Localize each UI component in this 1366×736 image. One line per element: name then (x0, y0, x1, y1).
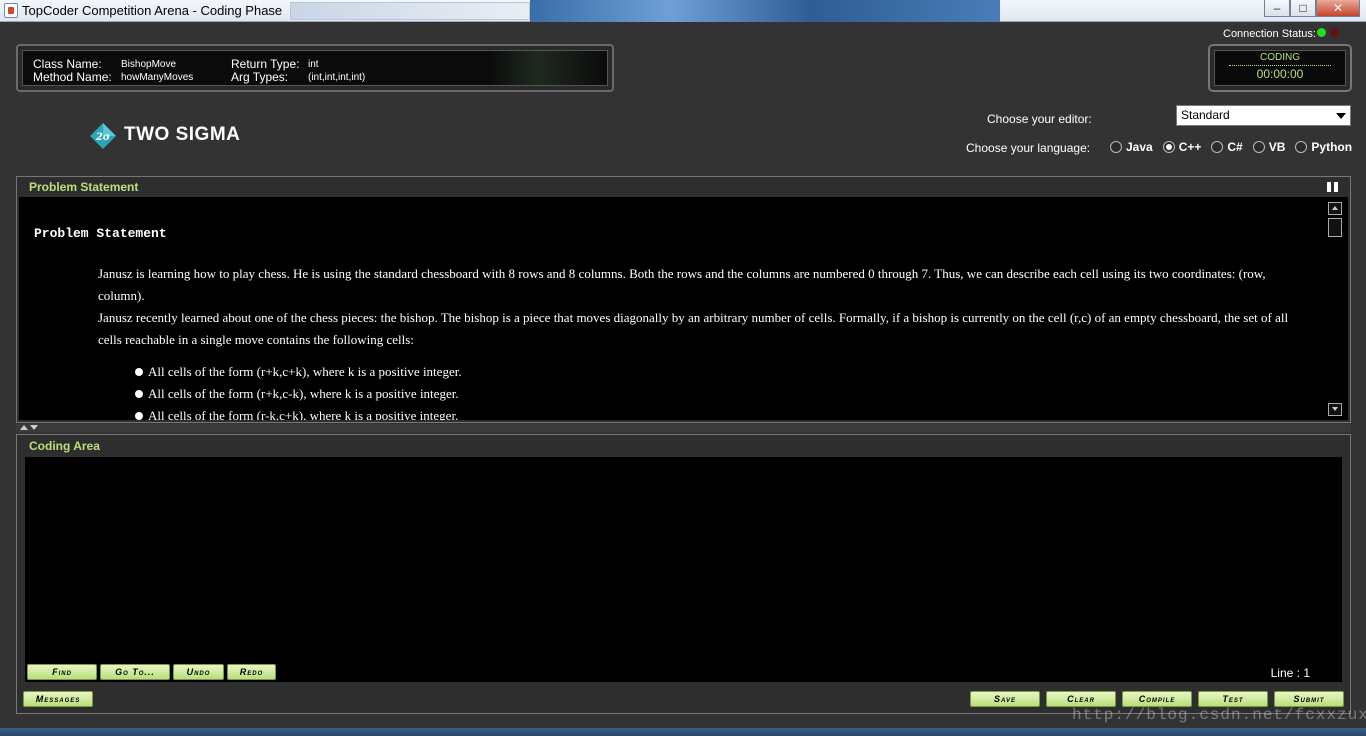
language-label-python: Python (1311, 140, 1353, 154)
line-number-indicator: Line : 1 (1270, 666, 1310, 680)
list-item: All cells of the form (r-k,c+k), where k… (135, 405, 462, 420)
save-button[interactable]: Save (970, 691, 1040, 707)
find-button[interactable]: Find (27, 664, 97, 680)
method-name-value: howManyMoves (121, 72, 194, 83)
language-option-java[interactable]: Java (1110, 140, 1153, 154)
editor-label: Choose your editor: (987, 112, 1092, 126)
minimize-button[interactable]: – (1264, 0, 1290, 17)
bullet-text: All cells of the form (r+k,c+k), where k… (148, 364, 462, 379)
background-window-strip (290, 2, 530, 20)
scroll-down-button[interactable] (1328, 403, 1342, 416)
watermark-text: http://blog.csdn.net/fcxxzux (1072, 706, 1366, 724)
collapse-down-icon[interactable] (30, 425, 38, 430)
window-controls: – □ ✕ (1264, 0, 1360, 18)
editor-select[interactable]: Standard (1176, 105, 1351, 126)
undo-button[interactable]: Undo (173, 664, 224, 680)
class-name-label: Class Name: (33, 57, 102, 71)
phase-status: CODING (1260, 52, 1300, 63)
action-toolbar: Save Clear Compile Test Submit (964, 691, 1344, 707)
chevron-down-icon (1336, 113, 1346, 119)
language-option-cpp[interactable]: C++ (1162, 140, 1202, 154)
problem-panel-header: Problem Statement (29, 180, 139, 194)
problem-paragraph: Janusz is learning how to play chess. He… (98, 266, 1266, 303)
submit-button[interactable]: Submit (1274, 691, 1344, 707)
list-item: All cells of the form (r+k,c-k), where k… (135, 383, 462, 405)
list-item: All cells of the form (r+k,c+k), where k… (135, 361, 462, 383)
timer-panel: CODING 00:00:00 (1208, 44, 1352, 92)
radio-csharp[interactable] (1211, 141, 1224, 153)
compile-button[interactable]: Compile (1122, 691, 1192, 707)
editor-toolbar: Find Go To... Undo Redo (27, 664, 279, 680)
language-radio-group: Java C++ C# VB Python (1110, 140, 1362, 154)
bullet-text: All cells of the form (r-k,c+k), where k… (148, 408, 459, 420)
method-name-label: Method Name: (33, 70, 112, 84)
language-label: Choose your language: (966, 141, 1091, 155)
maximize-button[interactable]: □ (1290, 0, 1316, 17)
coding-panel-header: Coding Area (29, 439, 100, 453)
radio-java[interactable] (1110, 141, 1122, 153)
problem-paragraph: Janusz recently learned about one of the… (98, 310, 1289, 347)
collapse-up-icon[interactable] (20, 425, 28, 430)
language-label-vb: VB (1268, 140, 1286, 154)
problem-statement-body[interactable]: Problem Statement Janusz is learning how… (19, 197, 1348, 420)
background-desktop-strip (530, 0, 1000, 22)
bullet-icon (135, 368, 143, 376)
language-option-python[interactable]: Python (1295, 140, 1352, 154)
connection-ok-icon (1317, 28, 1326, 37)
problem-statement-panel: Problem Statement Problem Statement Janu… (16, 176, 1351, 423)
timer-value: 00:00:00 (1256, 67, 1304, 81)
close-button[interactable]: ✕ (1316, 0, 1360, 17)
code-editor[interactable] (25, 457, 1342, 682)
pause-icon[interactable] (1327, 182, 1338, 192)
app-icon (4, 3, 18, 18)
return-type-value: int (308, 59, 319, 70)
window-title: TopCoder Competition Arena - Coding Phas… (22, 3, 283, 18)
radio-cpp[interactable] (1162, 141, 1175, 153)
connection-status-label: Connection Status: (1223, 28, 1316, 40)
arg-types-label: Arg Types: (231, 70, 289, 84)
bullet-text: All cells of the form (r+k,c-k), where k… (148, 386, 459, 401)
title-bar: TopCoder Competition Arena - Coding Phas… (0, 0, 1366, 22)
return-type-label: Return Type: (231, 57, 300, 71)
language-option-vb[interactable]: VB (1252, 140, 1286, 154)
language-label-java: Java (1126, 140, 1153, 154)
bullet-icon (135, 412, 143, 420)
radio-vb[interactable] (1252, 141, 1265, 153)
connection-off-icon (1330, 28, 1339, 37)
test-button[interactable]: Test (1198, 691, 1268, 707)
goto-button[interactable]: Go To... (100, 664, 170, 680)
two-sigma-logo-icon: 2σ (90, 123, 116, 149)
language-option-csharp[interactable]: C# (1211, 140, 1243, 154)
class-name-value: BishopMove (121, 59, 177, 70)
clear-button[interactable]: Clear (1046, 691, 1116, 707)
timer-divider (1229, 65, 1331, 66)
coding-area-panel: Coding Area Find Go To... Undo Redo Line… (16, 434, 1351, 714)
problem-bullet-list: All cells of the form (r+k,c+k), where k… (135, 361, 462, 420)
os-taskbar (0, 728, 1366, 736)
arg-types-value: (int,int,int,int) (308, 72, 366, 83)
language-label-csharp: C# (1227, 140, 1243, 154)
problem-heading: Problem Statement (34, 226, 167, 241)
radio-python[interactable] (1295, 141, 1308, 153)
sponsor-logo-text: TWO SIGMA (124, 124, 241, 145)
messages-button[interactable]: Messages (23, 691, 93, 707)
language-label-cpp: C++ (1178, 140, 1202, 154)
problem-info-panel: Class Name: BishopMove Method Name: howM… (16, 44, 614, 92)
editor-selected-value: Standard (1181, 108, 1230, 122)
redo-button[interactable]: Redo (227, 664, 276, 680)
scroll-up-button[interactable] (1328, 202, 1342, 215)
logo-mark-text: 2σ (95, 132, 111, 143)
bullet-icon (135, 390, 143, 398)
scrollbar-thumb[interactable] (1328, 218, 1342, 237)
panel-splitter[interactable] (16, 424, 1351, 432)
